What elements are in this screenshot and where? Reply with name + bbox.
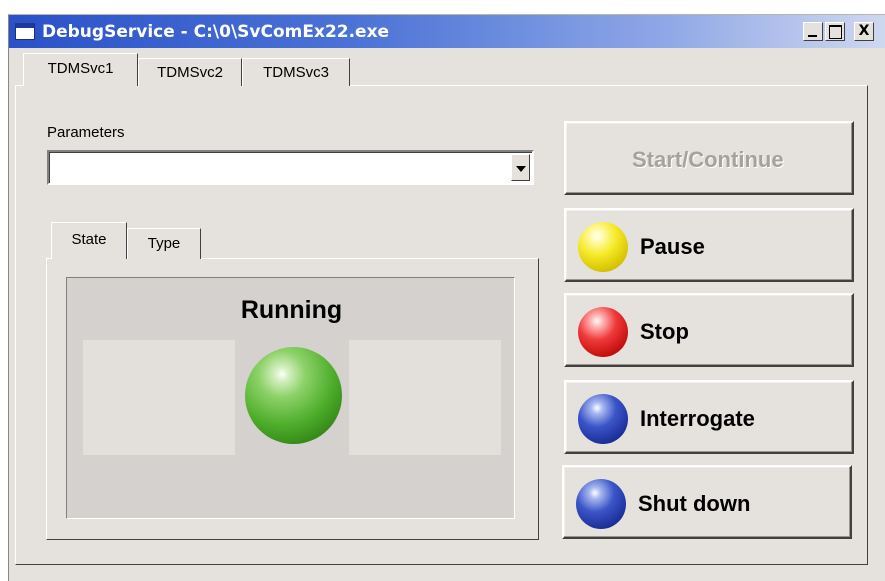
yellow-ball-icon xyxy=(578,222,628,272)
blue-ball-icon xyxy=(578,394,628,444)
start-continue-button[interactable]: Start/Continue xyxy=(564,121,854,195)
status-box-left xyxy=(83,340,235,455)
running-indicator-icon xyxy=(245,347,342,444)
interrogate-button[interactable]: Interrogate xyxy=(564,380,854,454)
blue-ball-icon xyxy=(576,479,626,529)
red-ball-icon xyxy=(578,307,628,357)
window-title: DebugService - C:\0\SvComEx22.exe xyxy=(42,22,390,42)
parameters-label: Parameters xyxy=(47,124,125,141)
stop-button[interactable]: Stop xyxy=(564,293,854,367)
tab-state[interactable]: State xyxy=(51,222,127,259)
tab-tdmsvc3[interactable]: TDMSvc3 xyxy=(242,58,350,86)
dropdown-arrow-icon[interactable] xyxy=(511,154,530,181)
shut-down-button[interactable]: Shut down xyxy=(562,465,852,539)
parameters-combobox[interactable] xyxy=(47,150,534,185)
tab-tdmsvc1[interactable]: TDMSvc1 xyxy=(23,53,138,86)
status-box-right xyxy=(349,340,501,455)
status-display: Running xyxy=(66,277,515,519)
window-icon[interactable] xyxy=(15,23,35,40)
pause-label: Pause xyxy=(640,234,705,259)
interrogate-label: Interrogate xyxy=(640,406,755,431)
tab-tdmsvc2[interactable]: TDMSvc2 xyxy=(138,58,242,86)
pause-button[interactable]: Pause xyxy=(564,208,854,282)
title-bar[interactable]: DebugService - C:\0\SvComEx22.exe X xyxy=(9,15,885,48)
maximize-button[interactable] xyxy=(825,22,845,41)
tab-type[interactable]: Type xyxy=(127,228,201,259)
shut-down-label: Shut down xyxy=(638,491,751,516)
status-text: Running xyxy=(240,296,343,324)
close-button[interactable]: X xyxy=(854,22,874,41)
start-continue-label: Start/Continue xyxy=(632,147,784,172)
minimize-button[interactable] xyxy=(803,22,823,41)
stop-label: Stop xyxy=(640,319,689,344)
